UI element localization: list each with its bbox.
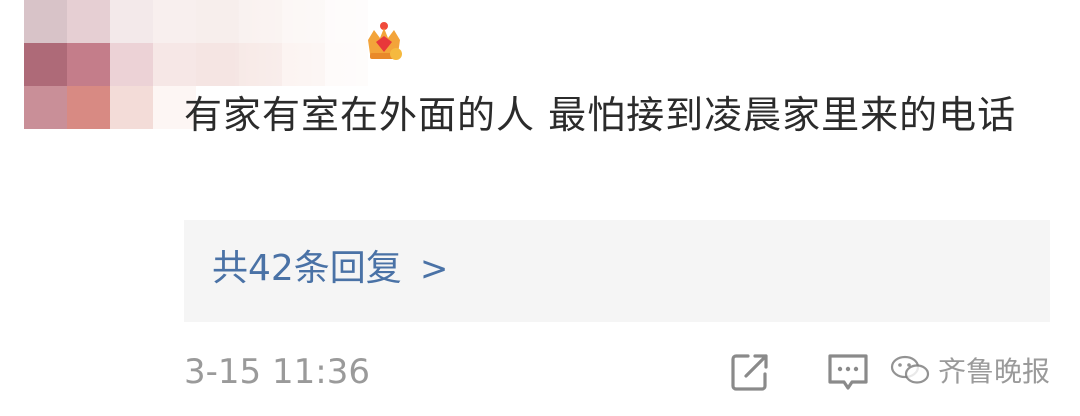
wechat-icon xyxy=(890,355,930,384)
replies-panel[interactable]: 共42条回复 > xyxy=(184,220,1050,322)
watermark-text: 齐鲁晚报 xyxy=(938,355,1051,388)
crown-badge-icon xyxy=(368,22,402,60)
comment-icon[interactable] xyxy=(826,350,870,394)
watermark: 齐鲁晚报 xyxy=(890,346,1050,394)
comment-text: 有家有室在外面的人 最怕接到凌晨家里来的电话 xyxy=(184,93,1017,137)
chevron-right-icon: > xyxy=(419,249,449,289)
view-replies-link[interactable]: 共42条回复 > xyxy=(212,244,448,294)
comment-timestamp: 3-15 11:36 xyxy=(184,352,370,392)
share-icon[interactable] xyxy=(728,350,772,394)
replies-count-label: 共42条回复 xyxy=(212,248,402,289)
